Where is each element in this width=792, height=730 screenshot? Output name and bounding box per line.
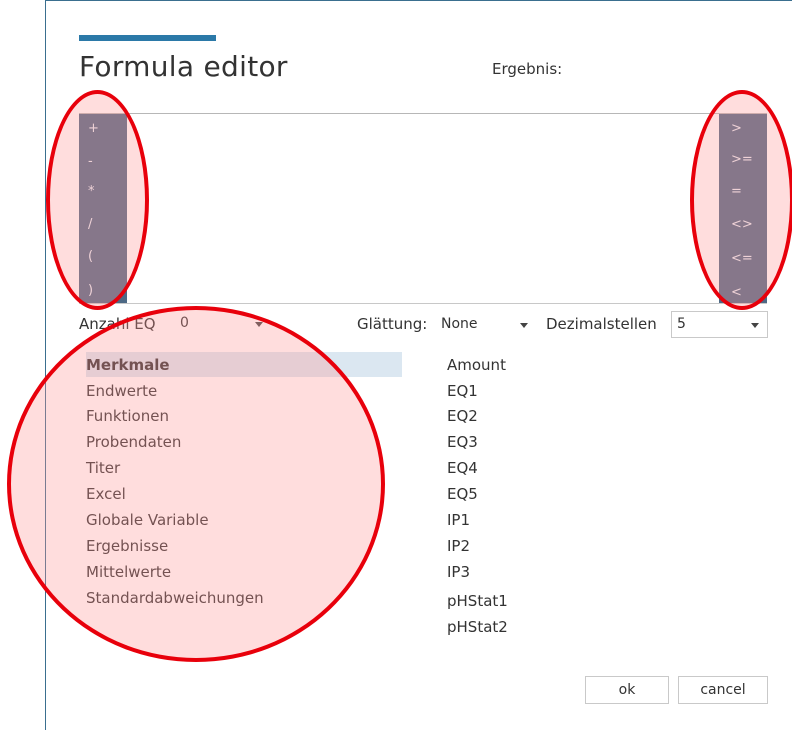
dezimalstellen-label: Dezimalstellen [546, 315, 657, 333]
editor-bottom-divider [79, 303, 767, 304]
title-accent-bar [79, 35, 216, 41]
variable-item[interactable]: Amount [447, 352, 506, 378]
annotation-ellipse-right-operators [690, 90, 792, 310]
variable-item[interactable]: EQ3 [447, 429, 478, 455]
dezimalstellen-value: 5 [677, 316, 686, 332]
variable-item[interactable]: IP1 [447, 507, 470, 533]
chevron-down-icon [520, 323, 528, 328]
glaettung-select[interactable]: None [435, 311, 537, 338]
result-label: Ergebnis: [492, 60, 563, 78]
dialog-border-top [45, 0, 792, 1]
variable-item[interactable]: pHStat1 [447, 588, 508, 614]
dialog-title: Formula editor [79, 50, 288, 83]
glaettung-label: Glättung: [357, 315, 428, 333]
dezimalstellen-select[interactable]: 5 [671, 311, 768, 338]
variable-item[interactable]: IP2 [447, 533, 470, 559]
chevron-down-icon [751, 323, 759, 328]
variable-item[interactable]: EQ2 [447, 403, 478, 429]
glaettung-value: None [441, 316, 478, 332]
variable-item[interactable]: EQ1 [447, 378, 478, 404]
ok-button[interactable]: ok [585, 676, 669, 704]
variable-item[interactable]: EQ4 [447, 455, 478, 481]
annotation-ellipse-categories [7, 306, 385, 662]
cancel-button[interactable]: cancel [678, 676, 768, 704]
annotation-ellipse-left-operators [46, 90, 149, 310]
formula-input-area[interactable] [127, 114, 719, 304]
variable-item[interactable]: IP3 [447, 559, 470, 585]
variable-item[interactable]: pHStat2 [447, 614, 508, 640]
variable-item[interactable]: EQ5 [447, 481, 478, 507]
dialog-border-left [45, 0, 46, 730]
